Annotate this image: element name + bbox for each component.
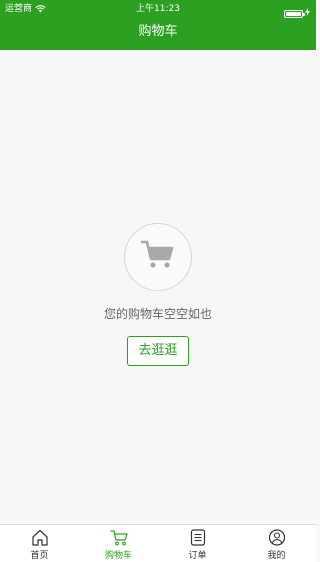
tab-cart-label: 购物车 [104, 551, 132, 561]
order-list-icon [189, 529, 207, 546]
tab-mine[interactable]: 我的 [237, 525, 316, 562]
tab-cart[interactable]: 购物车 [79, 525, 158, 562]
status-bar: 运营商 上午11:23 [0, 0, 316, 18]
shopping-cart-icon [140, 240, 175, 274]
tab-orders-label: 订单 [188, 551, 207, 561]
status-time: 上午11:23 [136, 4, 180, 14]
tab-home-label: 首页 [30, 551, 49, 561]
cart-icon [109, 529, 128, 546]
battery-icon [284, 10, 305, 18]
tab-orders[interactable]: 订单 [158, 525, 237, 562]
empty-cart-badge [124, 223, 192, 291]
bottom-tab-bar: 首页 购物车 订单 我的 [0, 524, 316, 562]
header-bar: 运营商 上午11:23 购物车 [0, 0, 316, 50]
empty-cart-message: 您的购物车空空如也 [103, 307, 212, 321]
home-icon [31, 529, 49, 546]
go-shopping-button[interactable]: 去逛逛 [127, 336, 189, 366]
page-title: 购物车 [138, 24, 178, 39]
user-icon [268, 529, 286, 546]
tab-home[interactable]: 首页 [0, 525, 79, 562]
tab-mine-label: 我的 [267, 551, 286, 561]
